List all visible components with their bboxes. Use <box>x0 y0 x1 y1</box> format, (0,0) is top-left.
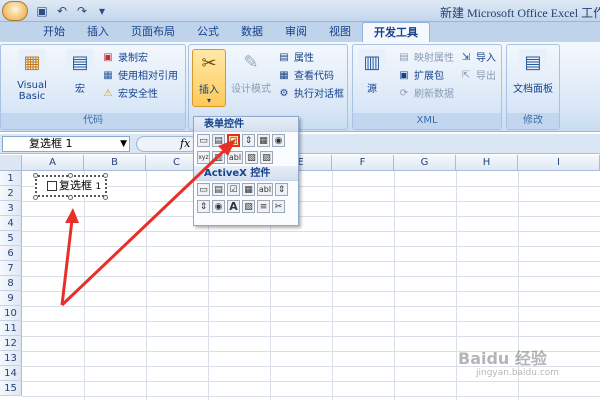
annotation-arrows <box>60 139 236 307</box>
watermark-url: jingyan.baidu.com <box>476 368 560 378</box>
arrow-to-checkbox-icon <box>60 139 236 307</box>
watermark-brand: Baidu 经验 <box>458 349 547 368</box>
